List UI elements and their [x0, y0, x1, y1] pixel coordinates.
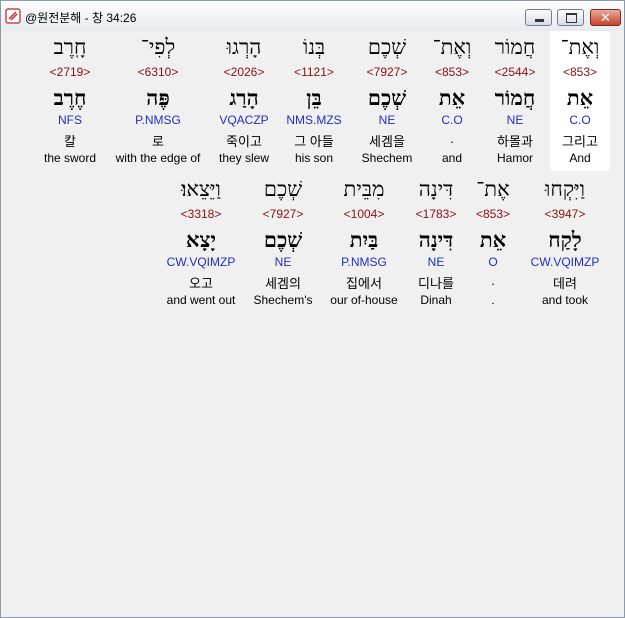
english-gloss: And — [569, 151, 591, 165]
interlinear-panel: חָֽרֶב <2719> חֶרֶב NFS 칼 the sword לְפִ… — [6, 31, 621, 611]
hebrew-word: חֲמוֹר — [494, 35, 536, 59]
strong-number[interactable]: <853> — [550, 65, 610, 79]
lexical-form: חֲמוֹר — [494, 85, 536, 110]
morphology-code: C.O — [569, 113, 591, 127]
hebrew-word: וַיֵּצֵאוּ׃ — [181, 177, 221, 201]
morphology-code: CW.VQIMZP — [166, 255, 236, 269]
korean-gloss: 하몰과 — [497, 134, 533, 149]
morphology-code: NE — [274, 255, 292, 269]
morphology-code: CW.VQIMZP — [530, 255, 600, 269]
word-cell[interactable]: בְּנוֹ <1121> בֵּן NMS.MZS 그 아들 his son — [272, 31, 356, 169]
word-cell[interactable]: שְׁכֶם <7927> שְׁכֶם NE 세겜의 Shechem's — [241, 173, 325, 311]
english-gloss: Shechem's — [253, 293, 313, 307]
hebrew-word: שְׁכֶם — [263, 177, 303, 201]
word-cell[interactable]: לְפִי־ <6310> פֶּה P.NMSG 로 with the edg… — [114, 31, 202, 169]
app-icon[interactable] — [5, 8, 21, 24]
maximize-icon — [558, 10, 583, 25]
morphology-code: NFS — [58, 113, 82, 127]
korean-gloss: 그리고 — [562, 134, 598, 149]
lexical-form: שְׁכֶם — [263, 227, 303, 252]
english-gloss: the sword — [43, 151, 97, 165]
strong-number[interactable]: <2719> — [28, 65, 112, 79]
morphology-code: P.NMSG — [135, 113, 181, 127]
strong-number[interactable]: <6310> — [114, 65, 202, 79]
strong-number[interactable]: <3318> — [158, 207, 244, 221]
korean-gloss: 그 아들 — [294, 134, 334, 149]
korean-gloss: 세겜의 — [265, 276, 301, 291]
lexical-form: פֶּה — [146, 85, 170, 110]
hebrew-word: בְּנוֹ — [302, 35, 326, 59]
strong-number[interactable]: <2544> — [473, 65, 557, 79]
korean-gloss: 데려 — [553, 276, 577, 291]
lexical-form: חֶרֶב — [53, 85, 87, 110]
morphology-code: NE — [506, 113, 524, 127]
title-bar[interactable]: @원전분해 - 창 34:26 ✕ — [1, 1, 624, 31]
hebrew-word: חָֽרֶב — [53, 35, 87, 59]
window-title: @원전분해 - 창 34:26 — [25, 11, 137, 25]
close-button[interactable]: ✕ — [590, 9, 621, 26]
english-gloss: and went out — [166, 293, 236, 307]
app-window: @원전분해 - 창 34:26 ✕ חָֽרֶב <2719> חֶרֶב NF… — [0, 0, 625, 618]
word-cell[interactable]: וַיֵּצֵאוּ׃ <3318> יָצָא CW.VQIMZP 오고 an… — [158, 173, 244, 311]
english-gloss: with the edge of — [115, 151, 201, 165]
morphology-code: NMS.MZS — [286, 113, 342, 127]
korean-gloss: 칼 — [64, 134, 76, 149]
maximize-button[interactable] — [557, 9, 584, 26]
korean-gloss: 로 — [152, 134, 164, 149]
strong-number[interactable]: <7927> — [241, 207, 325, 221]
lexical-form: בֵּן — [306, 85, 322, 110]
word-cell-selected[interactable]: וְאֶת־ <853> אֵת C.O 그리고 And — [550, 31, 610, 171]
english-gloss: his son — [294, 151, 334, 165]
strong-number[interactable]: <3947> — [523, 207, 607, 221]
english-gloss: and took — [541, 293, 589, 307]
close-icon: ✕ — [600, 10, 611, 25]
minimize-icon — [526, 10, 551, 25]
lexical-form: לָקַח — [548, 227, 582, 252]
lexical-form: אֵת — [566, 85, 594, 110]
word-cell[interactable]: חֲמוֹר <2544> חֲמוֹר NE 하몰과 Hamor — [473, 31, 557, 169]
word-cell[interactable]: חָֽרֶב <2719> חֶרֶב NFS 칼 the sword — [28, 31, 112, 169]
hebrew-word: לְפִי־ — [140, 35, 176, 59]
minimize-button[interactable] — [525, 9, 552, 26]
strong-number[interactable]: <1121> — [272, 65, 356, 79]
english-gloss: Hamor — [496, 151, 533, 165]
lexical-form: יָצָא — [186, 227, 216, 252]
korean-gloss: 오고 — [189, 276, 213, 291]
hebrew-word: וַיִּקְחוּ — [545, 177, 585, 201]
hebrew-word: וְאֶת־ — [560, 35, 600, 59]
word-cell[interactable]: וַיִּקְחוּ <3947> לָקַח CW.VQIMZP 데려 and… — [523, 173, 607, 311]
